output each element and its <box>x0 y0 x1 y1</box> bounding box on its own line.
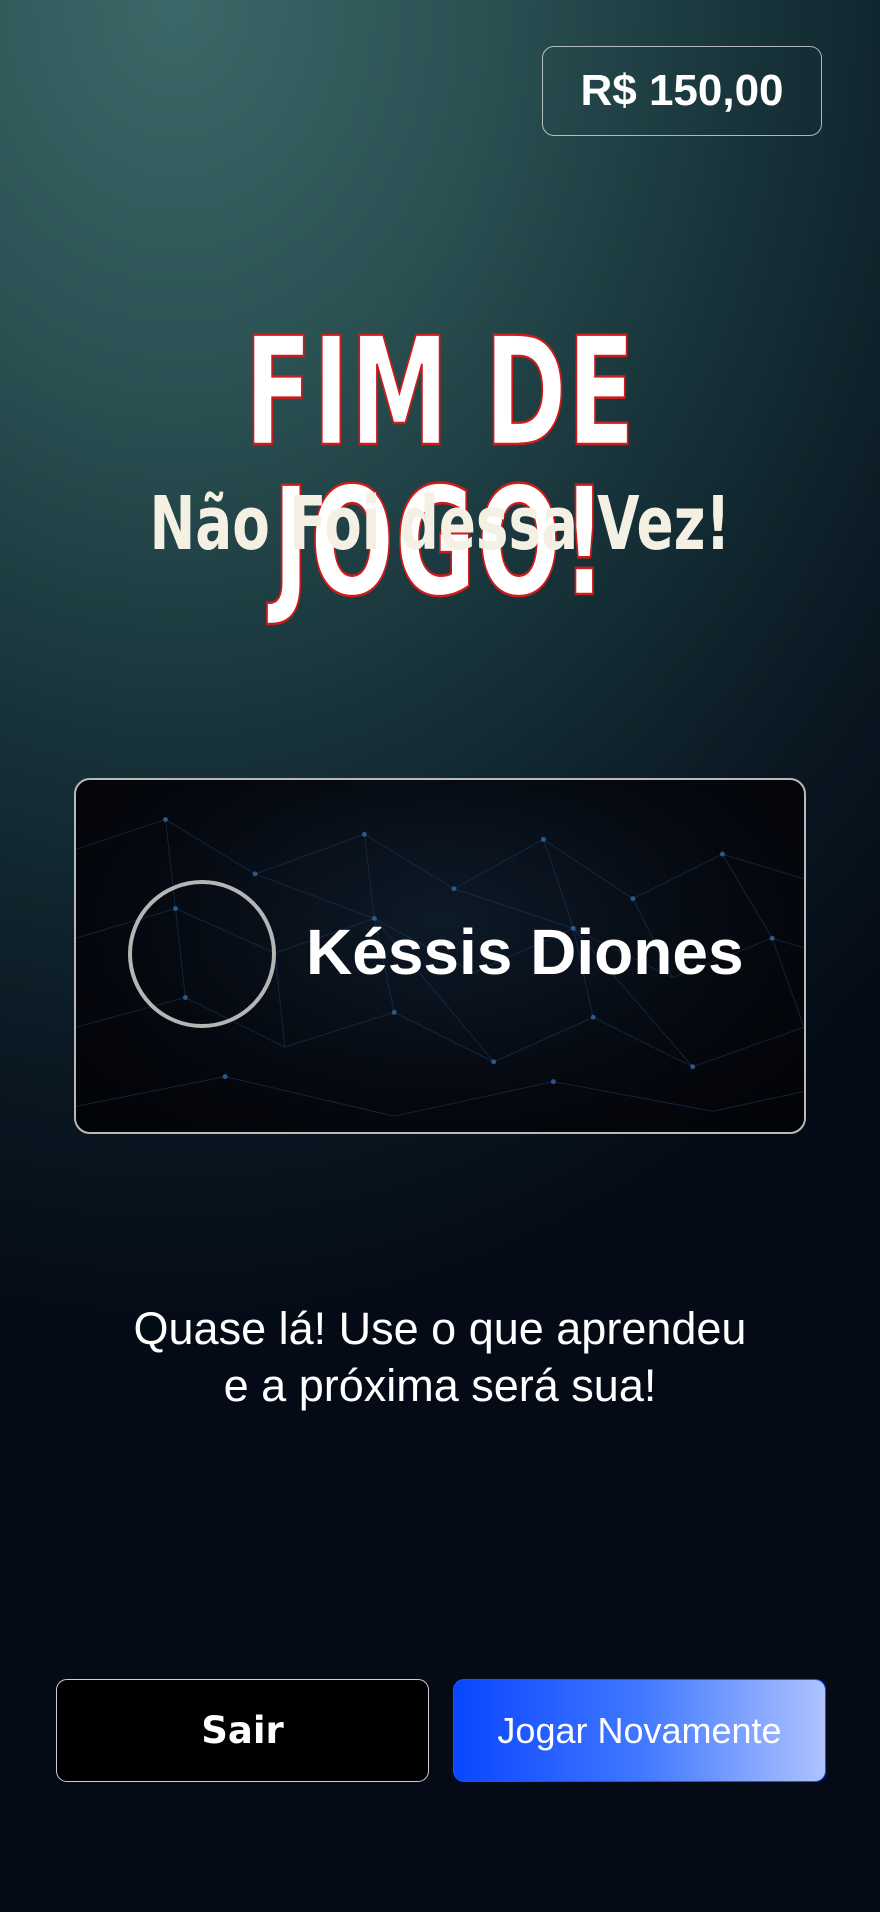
game-over-title: FIM DE JOGO! <box>244 306 636 630</box>
message-line-2: e a próxima será sua! <box>223 1360 657 1411</box>
exit-button-label: Sair <box>201 1709 284 1752</box>
player-name: Késsis Diones <box>306 916 744 988</box>
exit-button[interactable]: Sair <box>56 1679 429 1782</box>
balance-badge: R$ 150,00 <box>542 46 822 136</box>
game-over-subtitle: Não Foi dessa Vez! <box>149 481 731 567</box>
player-avatar <box>128 880 276 1028</box>
encouragement-message: Quase lá! Use o que aprendeu e a próxima… <box>0 1300 880 1414</box>
balance-amount: R$ 150,00 <box>580 66 784 115</box>
play-again-button-label: Jogar Novamente <box>497 1709 782 1751</box>
play-again-button[interactable]: Jogar Novamente <box>453 1679 826 1782</box>
player-card: Késsis Diones <box>74 778 806 1134</box>
message-line-1: Quase lá! Use o que aprendeu <box>133 1303 747 1354</box>
